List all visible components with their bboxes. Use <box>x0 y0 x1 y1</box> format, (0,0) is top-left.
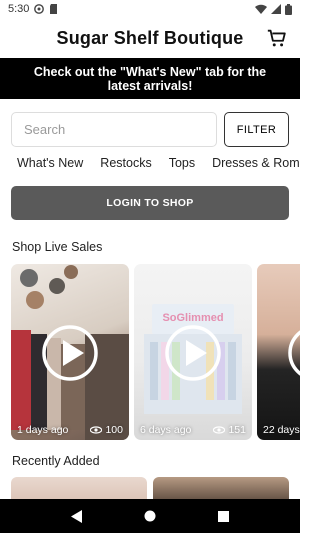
signal-icon <box>271 4 281 14</box>
back-icon[interactable] <box>70 509 83 523</box>
posted-age: 22 days <box>263 424 300 436</box>
product-brand-text: SoGlimmed <box>162 312 223 324</box>
posted-age: 6 days ago <box>140 424 192 436</box>
promo-banner[interactable]: Check out the "What's New" tab for the l… <box>0 58 300 99</box>
tab-restocks[interactable]: Restocks <box>100 156 151 176</box>
tab-whats-new[interactable]: What's New <box>17 156 83 176</box>
live-sale-card[interactable]: 22 days <box>257 264 300 440</box>
status-left: 5:30 <box>8 3 58 15</box>
section-title-live-sales: Shop Live Sales <box>12 240 103 254</box>
search-input[interactable] <box>11 112 217 147</box>
home-icon[interactable] <box>144 510 156 522</box>
live-sales-carousel[interactable]: 1 days ago 100 SoGlimmed 6 days ago 151 … <box>11 264 300 440</box>
live-sale-card[interactable]: SoGlimmed 6 days ago 151 <box>134 264 252 440</box>
battery-icon <box>285 3 292 15</box>
product-thumbnail[interactable] <box>11 477 147 499</box>
live-sale-card[interactable]: 1 days ago 100 <box>11 264 129 440</box>
recently-added-list[interactable] <box>11 477 300 499</box>
status-bar: 5:30 <box>0 0 300 18</box>
card-meta: 6 days ago 151 <box>140 424 246 436</box>
app-title: Sugar Shelf Boutique <box>56 27 244 48</box>
filter-button[interactable]: FILTER <box>224 112 289 147</box>
posted-age: 1 days ago <box>17 424 69 436</box>
cart-icon[interactable] <box>266 27 288 49</box>
tab-tops[interactable]: Tops <box>169 156 195 176</box>
notification-icon <box>34 4 45 14</box>
product-thumbnail[interactable] <box>153 477 289 499</box>
system-nav-bar <box>0 499 300 533</box>
view-count-value: 100 <box>105 424 123 436</box>
play-icon[interactable] <box>164 324 222 382</box>
tab-dresses-rompers[interactable]: Dresses & Rompers <box>212 156 300 176</box>
eye-icon <box>90 426 103 434</box>
app-header: Sugar Shelf Boutique <box>0 18 300 58</box>
search-row: FILTER <box>11 112 289 147</box>
wifi-icon <box>255 4 267 14</box>
category-tabs: What's New Restocks Tops Dresses & Rompe… <box>0 156 300 176</box>
status-time: 5:30 <box>8 3 30 15</box>
eye-icon <box>213 426 226 434</box>
view-count-value: 151 <box>228 424 246 436</box>
card-meta: 1 days ago 100 <box>17 424 123 436</box>
view-count: 151 <box>213 424 246 436</box>
sd-card-icon <box>50 4 58 14</box>
login-to-shop-button[interactable]: LOGIN TO SHOP <box>11 186 289 220</box>
status-right <box>255 3 292 15</box>
view-count: 100 <box>90 424 123 436</box>
play-icon[interactable] <box>287 324 300 382</box>
play-icon[interactable] <box>41 324 99 382</box>
recents-icon[interactable] <box>218 510 230 522</box>
card-meta: 22 days <box>263 424 300 436</box>
section-title-recently-added: Recently Added <box>12 454 100 468</box>
